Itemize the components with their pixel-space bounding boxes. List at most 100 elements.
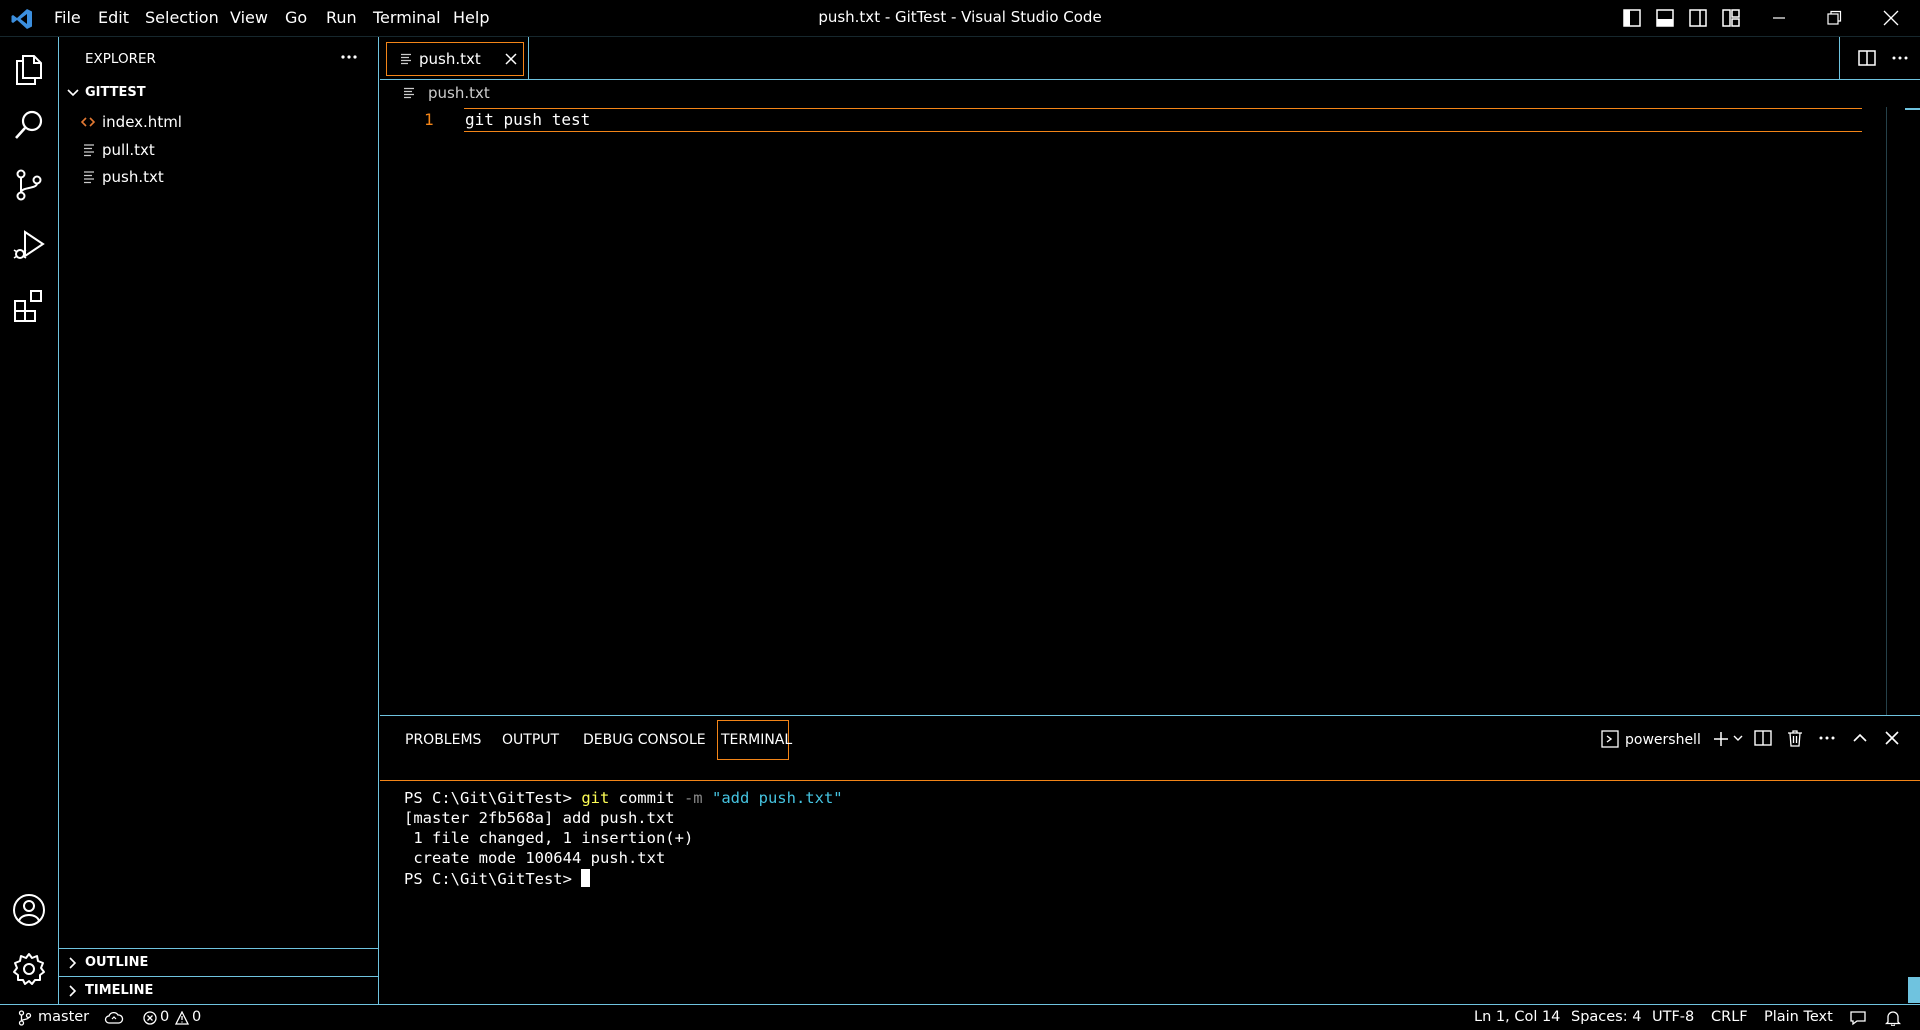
text-file-icon: [401, 53, 411, 65]
current-line-highlight: [464, 108, 1862, 132]
tab-output[interactable]: OUTPUT: [502, 732, 559, 748]
terminal-shell-icon: [1601, 730, 1619, 748]
terminal-prompt: PS C:\Git\GitTest>: [404, 789, 582, 807]
terminal-output-line: [master 2fb568a] add push.txt: [404, 809, 675, 827]
new-terminal-icon[interactable]: [1711, 729, 1731, 749]
warning-icon: [175, 1011, 189, 1025]
tab-push-txt[interactable]: push.txt: [386, 42, 524, 76]
chevron-right-icon: [66, 956, 80, 970]
tab-problems[interactable]: PROBLEMS: [405, 732, 481, 748]
bottom-panel: PROBLEMS OUTPUT DEBUG CONSOLE TERMINAL p…: [380, 715, 1920, 1004]
text-file-icon: [83, 143, 95, 157]
menu-terminal[interactable]: Terminal: [373, 8, 441, 27]
panel-more-actions-icon[interactable]: [1818, 729, 1836, 747]
code-line[interactable]: git push test: [465, 110, 590, 129]
customize-layout-icon[interactable]: [1722, 9, 1740, 27]
terminal[interactable]: PS C:\Git\GitTest> git commit -m "add pu…: [380, 780, 1920, 1005]
terminal-command: git: [581, 789, 610, 807]
activity-bar: [0, 37, 59, 1004]
language-mode[interactable]: Plain Text: [1764, 1009, 1833, 1025]
menu-file[interactable]: File: [54, 8, 81, 27]
explorer-icon[interactable]: [11, 50, 47, 86]
end-of-line[interactable]: CRLF: [1711, 1009, 1748, 1025]
menu-run[interactable]: Run: [326, 8, 357, 27]
error-count[interactable]: 0: [160, 1009, 169, 1025]
timeline-section[interactable]: TIMELINE: [59, 976, 378, 1004]
breadcrumb-file[interactable]: push.txt: [428, 84, 490, 102]
text-file-icon: [83, 170, 95, 184]
encoding[interactable]: UTF-8: [1652, 1009, 1694, 1025]
run-debug-icon[interactable]: [11, 227, 47, 263]
kill-terminal-trash-icon[interactable]: [1786, 729, 1804, 747]
tab-debug-console[interactable]: DEBUG CONSOLE: [583, 732, 706, 748]
menu-edit[interactable]: Edit: [98, 8, 129, 27]
timeline-label: TIMELINE: [85, 983, 154, 998]
terminal-shell-name[interactable]: powershell: [1625, 732, 1701, 748]
scrollbar-slider[interactable]: [1905, 108, 1920, 110]
tab-label: push.txt: [419, 50, 481, 68]
terminal-cursor: [581, 869, 591, 887]
close-window-icon[interactable]: [1882, 9, 1900, 27]
minimap-border: [1886, 107, 1887, 715]
chevron-right-icon: [66, 984, 80, 998]
terminal-command-args: commit: [609, 789, 684, 807]
search-icon[interactable]: [11, 107, 47, 143]
terminal-prompt: PS C:\Git\GitTest>: [404, 870, 582, 888]
terminal-dropdown-chevron-icon[interactable]: [1732, 732, 1744, 744]
error-icon: [143, 1011, 157, 1025]
close-tab-icon[interactable]: [504, 52, 518, 66]
extensions-icon[interactable]: [11, 287, 47, 323]
split-terminal-icon[interactable]: [1754, 729, 1772, 747]
source-control-icon[interactable]: [11, 167, 47, 203]
terminal-output-line: 1 file changed, 1 insertion(+): [404, 829, 694, 847]
terminal-command-flag: -m: [683, 789, 703, 807]
menu-selection[interactable]: Selection: [145, 8, 219, 27]
file-item-push-txt[interactable]: push.txt: [59, 165, 378, 189]
git-branch-icon: [18, 1010, 32, 1026]
toggle-secondary-sidebar-icon[interactable]: [1689, 9, 1707, 27]
terminal-scrollbar-slider[interactable]: [1908, 977, 1920, 1003]
editor-tabs: push.txt: [380, 37, 1920, 80]
more-actions-icon[interactable]: [339, 47, 359, 67]
indentation[interactable]: Spaces: 4: [1571, 1009, 1641, 1025]
tab-terminal-active[interactable]: TERMINAL: [717, 720, 793, 760]
maximize-panel-chevron-up-icon[interactable]: [1851, 729, 1869, 747]
vscode-logo-icon: [10, 7, 34, 31]
terminal-line: PS C:\Git\GitTest> git commit -m "add pu…: [404, 789, 843, 807]
folder-header[interactable]: GITTEST: [59, 82, 378, 104]
account-icon[interactable]: [11, 892, 47, 928]
menu-go[interactable]: Go: [285, 8, 307, 27]
settings-gear-icon[interactable]: [11, 951, 47, 987]
minimize-icon[interactable]: [1770, 9, 1788, 27]
terminal-output-line: create mode 100644 push.txt: [404, 849, 666, 867]
file-item-pull-txt[interactable]: pull.txt: [59, 138, 378, 162]
html-file-icon: [81, 115, 95, 129]
folder-name: GITTEST: [85, 85, 146, 100]
toggle-panel-icon[interactable]: [1656, 9, 1674, 27]
notifications-bell-icon[interactable]: [1885, 1010, 1901, 1026]
status-bar: master 0 0 Ln 1, Col 14 Spaces: 4 UTF-8 …: [0, 1004, 1920, 1030]
restore-icon[interactable]: [1825, 9, 1843, 27]
menu-view[interactable]: View: [230, 8, 268, 27]
cursor-position[interactable]: Ln 1, Col 14: [1474, 1009, 1560, 1025]
close-panel-icon[interactable]: [1883, 729, 1901, 747]
split-editor-icon[interactable]: [1858, 49, 1876, 67]
tab-terminal-label: TERMINAL: [721, 732, 793, 748]
sync-cloud-icon[interactable]: [104, 1010, 124, 1026]
warning-count[interactable]: 0: [192, 1009, 201, 1025]
tab-divider: [528, 37, 529, 80]
title-bar: File Edit Selection View Go Run Terminal…: [0, 0, 1920, 37]
explorer-sidebar: EXPLORER GITTEST index.html pull.txt pus…: [59, 37, 379, 1004]
file-item-index-html[interactable]: index.html: [59, 110, 378, 134]
file-name: push.txt: [102, 168, 164, 186]
menu-help[interactable]: Help: [453, 8, 489, 27]
editor[interactable]: push.txt 1 git push test: [380, 80, 1920, 715]
editor-more-actions-icon[interactable]: [1891, 49, 1909, 67]
sidebar-title: EXPLORER: [85, 51, 156, 67]
toggle-primary-sidebar-icon[interactable]: [1623, 9, 1641, 27]
feedback-icon[interactable]: [1849, 1010, 1867, 1026]
outline-section[interactable]: OUTLINE: [59, 948, 378, 976]
file-name: index.html: [102, 113, 182, 131]
text-file-icon: [404, 87, 414, 99]
git-branch-name[interactable]: master: [38, 1009, 89, 1025]
